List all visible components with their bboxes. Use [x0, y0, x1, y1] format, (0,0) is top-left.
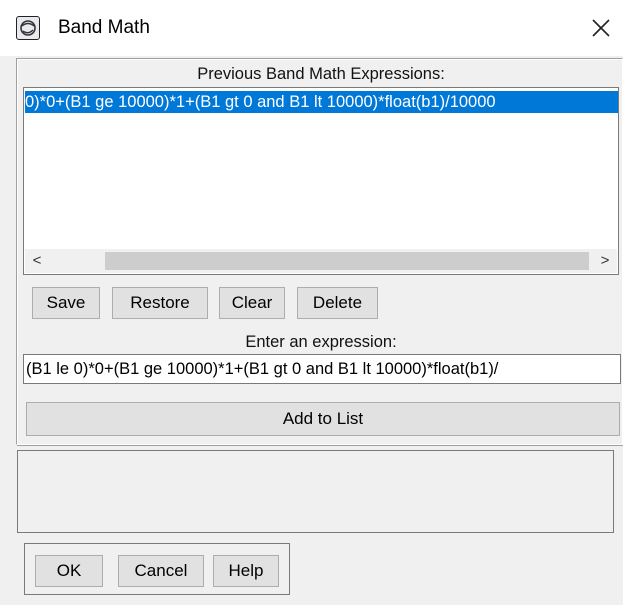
history-label: Previous Band Math Expressions: [197, 65, 445, 83]
horizontal-scrollbar[interactable]: < > [25, 249, 617, 273]
window-title: Band Math [58, 17, 150, 38]
band-math-dialog: Band Math Previous Band Math Expressions… [0, 0, 623, 605]
scroll-left-arrow[interactable]: < [25, 249, 49, 273]
delete-button[interactable]: Delete [297, 287, 378, 319]
scroll-right-arrow[interactable]: > [593, 249, 617, 273]
band-math-app-icon [16, 16, 40, 40]
help-button[interactable]: Help [213, 555, 279, 587]
ok-button[interactable]: OK [35, 555, 103, 587]
close-icon [592, 19, 610, 37]
expression-history-list[interactable]: 0)*0+(B1 ge 10000)*1+(B1 gt 0 and B1 lt … [23, 87, 619, 275]
title-bar: Band Math [0, 0, 623, 56]
close-button[interactable] [584, 8, 618, 48]
expression-input[interactable]: (B1 le 0)*0+(B1 ge 10000)*1+(B1 gt 0 and… [23, 354, 621, 384]
expression-label: Enter an expression: [245, 333, 397, 351]
save-button[interactable]: Save [32, 287, 100, 319]
cancel-button[interactable]: Cancel [118, 555, 204, 587]
list-item[interactable]: 0)*0+(B1 ge 10000)*1+(B1 gt 0 and B1 lt … [25, 91, 618, 113]
scroll-thumb[interactable] [105, 252, 589, 270]
message-area [17, 450, 614, 533]
add-to-list-button[interactable]: Add to List [26, 402, 620, 436]
restore-button[interactable]: Restore [112, 287, 208, 319]
clear-button[interactable]: Clear [219, 287, 285, 319]
